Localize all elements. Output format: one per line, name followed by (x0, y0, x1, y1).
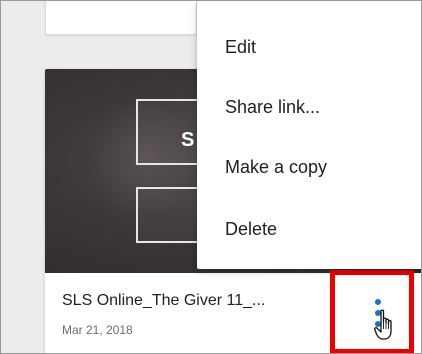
menu-item-delete[interactable]: Delete (197, 207, 421, 251)
file-date: Mar 21, 2018 (62, 323, 133, 337)
menu-item-share-link[interactable]: Share link... (197, 85, 421, 129)
thumbnail-text: S (181, 129, 195, 151)
file-title[interactable]: SLS Online_The Giver 11_... (62, 292, 265, 310)
previous-file-card[interactable] (45, 1, 197, 35)
menu-item-label: Delete (225, 219, 278, 239)
menu-item-label: Make a copy (225, 157, 328, 177)
menu-item-make-a-copy[interactable]: Make a copy (197, 145, 421, 189)
menu-item-label: Edit (225, 37, 257, 57)
menu-item-label: Share link... (225, 97, 321, 117)
context-menu: Edit Share link... Make a copy Delete (197, 1, 421, 269)
screenshot-frame: S SLS Online_The Giver 11_... Mar 21, 20… (0, 0, 422, 354)
menu-item-edit[interactable]: Edit (197, 25, 421, 69)
hand-pointer-icon (374, 309, 392, 340)
more-vert-icon (375, 299, 381, 305)
